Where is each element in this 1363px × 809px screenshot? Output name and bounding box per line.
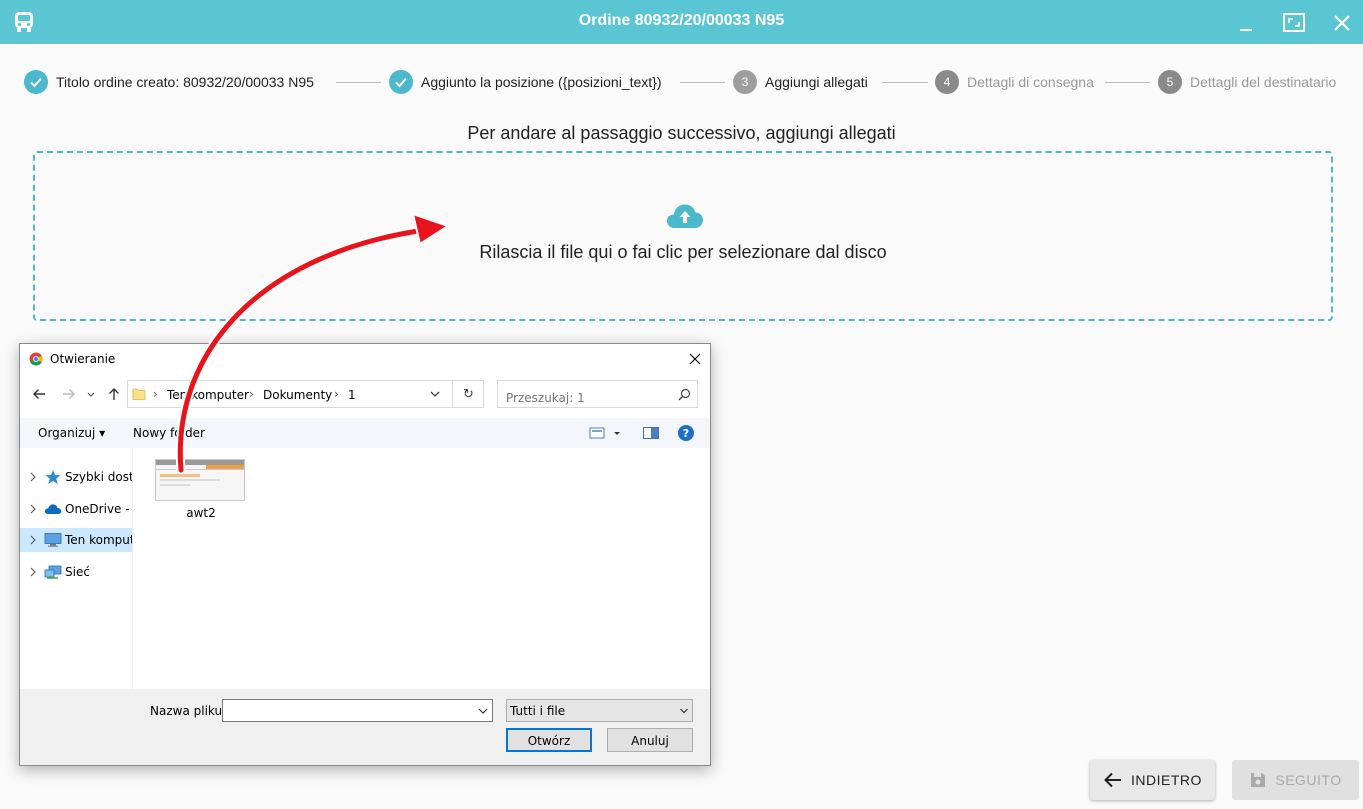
maximize-icon[interactable] (1281, 10, 1307, 36)
dropzone-text: Rilascia il file qui o fai clic per sele… (479, 242, 887, 262)
up-arrow-icon[interactable] (106, 386, 122, 402)
file-name: awt2 (186, 506, 216, 520)
step-connector (1105, 82, 1150, 83)
stepper: Titolo ordine creato: 80932/20/00033 N95… (0, 64, 1363, 100)
filetype-select[interactable]: Tutti i file (506, 699, 693, 722)
chevron-right-icon (30, 567, 36, 577)
nav-item-quick-access[interactable]: Szybki dostęp (20, 465, 132, 489)
close-icon[interactable] (686, 350, 704, 368)
check-icon (389, 70, 413, 94)
step-number: 4 (935, 70, 959, 94)
computer-icon (44, 533, 62, 547)
step-2: Aggiunto la posizione ({posizioni_text}) (389, 69, 662, 95)
close-icon[interactable] (1329, 10, 1355, 36)
save-icon (1251, 773, 1266, 787)
star-icon (45, 470, 61, 484)
step-connector (882, 82, 928, 83)
search-icon (678, 388, 691, 401)
chevron-right-icon (30, 535, 36, 545)
breadcrumb-item[interactable]: 1 (348, 388, 356, 402)
navigation-pane: Szybki dostęp OneDrive - W Ten komputer … (20, 448, 133, 689)
step-label: Aggiunto la posizione ({posizioni_text}) (421, 74, 662, 90)
folder-icon (132, 388, 146, 400)
chevron-right-icon: › (153, 387, 158, 401)
step-3: 3 Aggiungi allegati (733, 69, 868, 95)
next-button[interactable]: SEGUITO (1232, 760, 1359, 800)
dialog-title-bar: Otwieranie (20, 344, 710, 374)
search-input[interactable] (497, 380, 698, 408)
step-connector (336, 82, 381, 83)
file-thumbnail (155, 459, 245, 501)
step-1: Titolo ordine creato: 80932/20/00033 N95 (24, 69, 314, 95)
filetype-value: Tutti i file (510, 704, 566, 718)
cloud-upload-icon (667, 204, 703, 228)
chevron-right-icon (30, 472, 36, 482)
file-open-dialog: Otwieranie › Ten komputer › Dokumenty › … (19, 343, 711, 766)
chevron-down-icon (680, 708, 688, 714)
step-label: Aggiungi allegati (765, 74, 868, 90)
step-label: Dettagli di consegna (967, 74, 1094, 90)
back-button-label: INDIETRO (1131, 772, 1202, 788)
view-options-icon[interactable] (589, 424, 623, 442)
new-folder-button[interactable]: Nowy folder (133, 426, 205, 440)
arrow-left-icon (1104, 772, 1122, 788)
open-button[interactable]: Otwórz (506, 728, 592, 752)
dialog-footer: Nazwa pliku: Tutti i file Otwórz Anuluj (20, 689, 710, 765)
chevron-right-icon: › (334, 387, 339, 401)
organize-menu[interactable]: Organizuj ▾ (38, 426, 105, 440)
help-icon[interactable]: ? (677, 424, 695, 442)
next-button-label: SEGUITO (1275, 772, 1342, 788)
dialog-title: Otwieranie (50, 352, 116, 366)
step-connector (680, 82, 725, 83)
title-bar: Ordine 80932/20/00033 N95 (0, 0, 1363, 44)
minimize-icon[interactable] (1233, 10, 1259, 36)
back-button[interactable]: INDIETRO (1090, 760, 1215, 800)
breadcrumb-item[interactable]: Ten komputer (167, 388, 249, 402)
filename-label: Nazwa pliku: (150, 704, 227, 718)
svg-text:?: ? (683, 427, 689, 440)
step-number: 3 (733, 70, 757, 94)
step-number: 5 (1158, 70, 1182, 94)
nav-label: Ten komputer (65, 533, 132, 547)
chevron-down-icon[interactable] (477, 705, 489, 717)
forward-arrow-icon[interactable] (61, 386, 77, 402)
file-list: awt2 (134, 448, 710, 689)
file-item[interactable]: awt2 (154, 458, 248, 528)
nav-label: OneDrive - W (65, 502, 132, 516)
chevron-right-icon (30, 504, 36, 514)
back-arrow-icon[interactable] (31, 386, 47, 402)
preview-pane-icon[interactable] (642, 424, 660, 442)
chrome-icon (29, 352, 43, 366)
breadcrumb-item[interactable]: Dokumenty (263, 388, 332, 402)
nav-item-onedrive[interactable]: OneDrive - W (20, 497, 132, 521)
nav-item-network[interactable]: Sieć (20, 560, 132, 584)
step-label: Dettagli del destinatario (1190, 74, 1337, 90)
cloud-icon (44, 504, 62, 514)
recent-dropdown-icon[interactable] (86, 386, 96, 402)
nav-label: Sieć (65, 565, 90, 579)
nav-item-this-pc[interactable]: Ten komputer (20, 528, 132, 552)
nav-label: Szybki dostęp (65, 470, 132, 484)
page-heading: Per andare al passaggio successivo, aggi… (467, 123, 896, 143)
chevron-down-icon[interactable] (428, 387, 442, 401)
chevron-right-icon: › (249, 387, 254, 401)
command-bar: Organizuj ▾ Nowy folder ? (20, 418, 710, 448)
refresh-icon[interactable]: ↻ (452, 381, 484, 407)
window-title: Ordine 80932/20/00033 N95 (578, 12, 785, 29)
step-5: 5 Dettagli del destinatario (1158, 69, 1336, 95)
filename-input[interactable] (222, 699, 493, 722)
step-4: 4 Dettagli di consegna (935, 69, 1094, 95)
cancel-button[interactable]: Anuluj (607, 728, 693, 752)
network-icon (44, 565, 62, 579)
check-icon (24, 70, 48, 94)
step-label: Titolo ordine creato: 80932/20/00033 N95 (56, 74, 314, 90)
file-dropzone[interactable]: Rilascia il file qui o fai clic per sele… (33, 151, 1333, 321)
address-bar[interactable]: › Ten komputer › Dokumenty › 1 ↻ (127, 380, 484, 408)
